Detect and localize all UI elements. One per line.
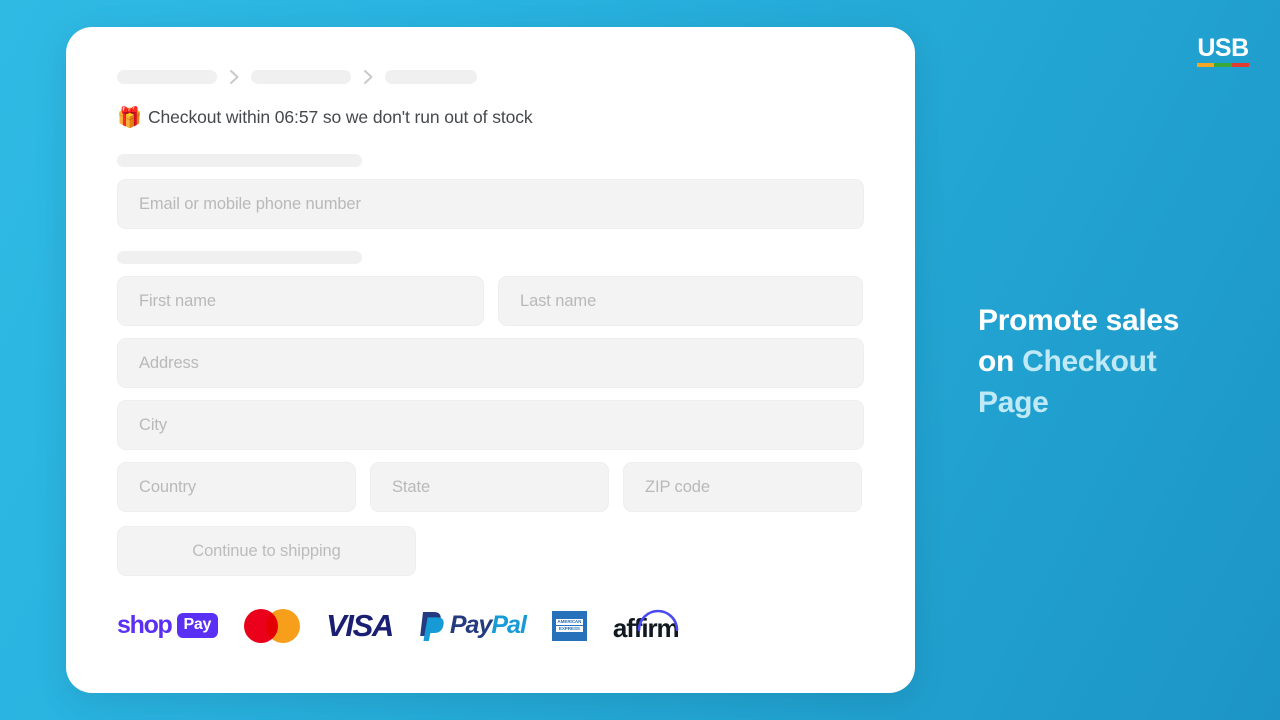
state-field[interactable]: State <box>370 462 609 512</box>
shop-pay-pill: Pay <box>176 613 219 638</box>
affirm-arc <box>636 607 680 636</box>
first-name-field[interactable]: First name <box>117 276 484 326</box>
chevron-right-icon <box>351 69 385 85</box>
usb-logo-text: USB <box>1197 34 1249 62</box>
usb-logo-color-bars <box>1197 63 1249 67</box>
contact-section-label <box>117 154 362 167</box>
mastercard-icon <box>244 608 301 643</box>
city-field[interactable]: City <box>117 400 864 450</box>
shop-pay-icon: shop Pay <box>117 611 219 640</box>
affirm-icon: affirm <box>613 607 680 644</box>
zip-field[interactable]: ZIP code <box>623 462 862 512</box>
payment-methods: shop Pay VISA Pay Pal AMERICAN EXPRESS a… <box>117 607 915 644</box>
page-title: Promote sales on Checkout Page <box>978 300 1248 423</box>
gift-box-icon: 🎁 <box>117 106 142 129</box>
checkout-card: 🎁 Checkout within 06:57 so we don't run … <box>66 27 915 693</box>
paypal-word-pay: Pay <box>449 611 492 639</box>
last-name-placeholder: Last name <box>520 291 597 310</box>
visa-word: VISA <box>326 607 394 643</box>
paypal-word-pal: Pal <box>491 611 527 639</box>
headline-line-1: Promote sales <box>978 304 1180 337</box>
breadcrumb-step-3[interactable] <box>385 70 477 84</box>
mastercard-circle-right <box>266 608 301 643</box>
slide-canvas: USB Promote sales on Checkout Page 🎁 Che <box>0 0 1280 720</box>
headline-line-2-plain: on <box>978 345 1023 379</box>
usb-logo: USB <box>1197 36 1249 67</box>
city-placeholder: City <box>139 415 168 434</box>
usb-bar-red <box>1231 63 1249 67</box>
country-field[interactable]: Country <box>117 462 356 512</box>
amex-line-1: AMERICAN <box>555 618 583 625</box>
usb-bar-green <box>1214 63 1232 67</box>
usb-bar-orange <box>1197 63 1215 67</box>
email-field-placeholder: Email or mobile phone number <box>139 194 361 213</box>
address-field[interactable]: Address <box>117 338 864 388</box>
continue-button-label: Continue to shipping <box>192 541 341 560</box>
state-placeholder: State <box>392 477 431 496</box>
visa-icon: VISA <box>326 607 394 644</box>
last-name-field[interactable]: Last name <box>498 276 863 326</box>
address-placeholder: Address <box>139 353 199 372</box>
checkout-form: Email or mobile phone number First name … <box>66 154 915 576</box>
zip-placeholder: ZIP code <box>645 477 710 496</box>
promo-countdown-banner: 🎁 Checkout within 06:57 so we don't run … <box>117 107 915 128</box>
american-express-icon: AMERICAN EXPRESS <box>551 610 587 641</box>
paypal-mark <box>419 611 445 641</box>
headline-line-2-accent: Checkout <box>1022 345 1157 379</box>
shop-pay-word: shop <box>117 611 173 639</box>
country-placeholder: Country <box>139 477 197 496</box>
email-field[interactable]: Email or mobile phone number <box>117 179 864 229</box>
paypal-icon: Pay Pal <box>419 611 527 641</box>
promo-countdown-text: Checkout within 06:57 so we don't run ou… <box>148 107 533 127</box>
headline-line-3-accent: Page <box>978 386 1049 420</box>
breadcrumb-step-1[interactable] <box>117 70 217 84</box>
continue-to-shipping-button[interactable]: Continue to shipping <box>117 526 416 576</box>
first-name-placeholder: First name <box>139 291 216 310</box>
breadcrumb <box>117 69 915 85</box>
amex-line-2: EXPRESS <box>555 626 583 633</box>
breadcrumb-step-2[interactable] <box>251 70 351 84</box>
shipping-section-label <box>117 251 362 264</box>
chevron-right-icon <box>217 69 251 85</box>
